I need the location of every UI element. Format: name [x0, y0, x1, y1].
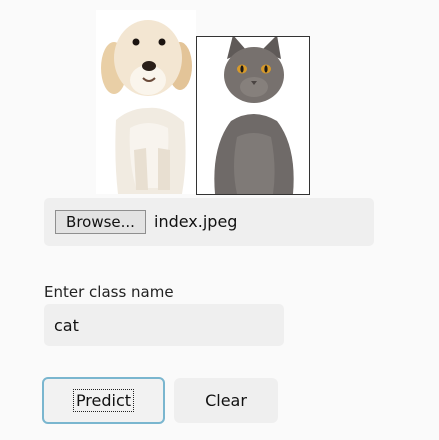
cat-photo [196, 36, 310, 195]
image-preview [96, 10, 312, 196]
class-name-input[interactable] [44, 304, 284, 346]
dog-photo [96, 10, 196, 194]
app-window: Browse... index.jpeg Enter class name Pr… [0, 0, 439, 440]
selected-file-name: index.jpeg [154, 212, 238, 231]
predict-button-label: Predict [72, 389, 135, 412]
browse-button[interactable]: Browse... [55, 210, 146, 234]
file-picker: Browse... index.jpeg [44, 198, 374, 246]
class-name-label: Enter class name [44, 283, 174, 301]
predict-button[interactable]: Predict [42, 377, 165, 424]
clear-button[interactable]: Clear [174, 378, 278, 423]
